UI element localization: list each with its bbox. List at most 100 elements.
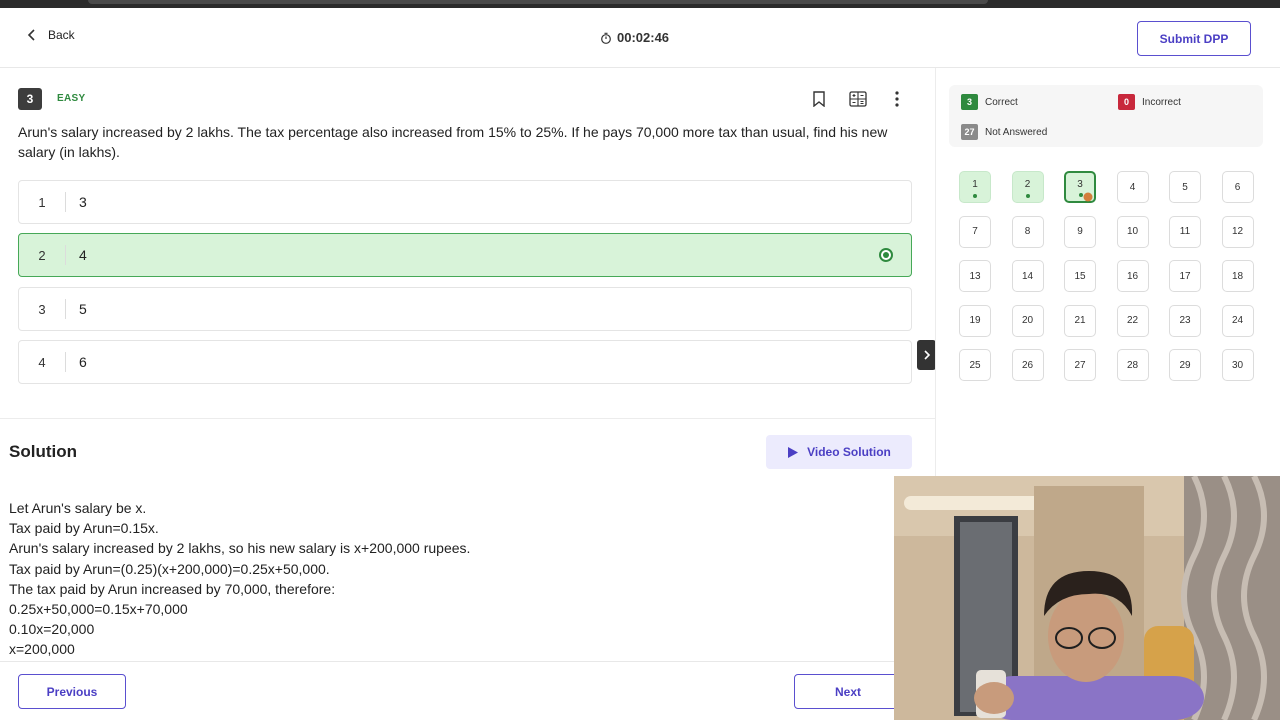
question-nav-22[interactable]: 22: [1116, 304, 1149, 337]
question-number-badge: 3: [18, 88, 42, 110]
question-nav-27[interactable]: 27: [1064, 349, 1096, 381]
solution-line: 0.25x+50,000=0.15x+70,000: [9, 601, 188, 618]
question-nav-number: 10: [1126, 226, 1139, 237]
question-nav-6[interactable]: 6: [1221, 171, 1254, 203]
question-nav-number: 12: [1231, 226, 1244, 237]
question-nav-24[interactable]: 24: [1221, 304, 1254, 337]
solution-line: 0.10x=20,000: [9, 621, 95, 638]
option-text: 4: [79, 247, 87, 263]
question-nav-23[interactable]: 23: [1169, 304, 1201, 337]
answered-dot-icon: [973, 194, 977, 198]
timer: 00:02:46: [600, 30, 669, 45]
legend-not-answered: 27 Not Answered: [961, 124, 1047, 140]
window-top-strip: [0, 0, 1280, 8]
back-button[interactable]: Back: [26, 28, 75, 42]
legend-incorrect: 0 Incorrect: [1118, 94, 1181, 110]
option-4[interactable]: 4 6: [18, 340, 912, 384]
question-nav-15[interactable]: 15: [1064, 260, 1096, 292]
back-label: Back: [48, 28, 75, 42]
question-nav-19[interactable]: 19: [959, 304, 991, 337]
submit-dpp-button[interactable]: Submit DPP: [1137, 21, 1251, 56]
question-nav-number: 3: [1077, 178, 1083, 190]
option-1[interactable]: 1 3: [18, 180, 912, 224]
next-button[interactable]: Next: [794, 674, 902, 709]
question-nav-14[interactable]: 14: [1011, 260, 1044, 292]
collapse-panel-button[interactable]: [917, 340, 936, 370]
question-palette-panel: 3 Correct 0 Incorrect 27 Not Answered 12…: [935, 68, 1280, 476]
question-nav-30[interactable]: 30: [1221, 349, 1254, 381]
question-number-grid: 1 2 3 4 5 6 7 8 9 10 11 12 13 14 15 16 17 18 19 20 21 22 23 24 2…: [959, 171, 1254, 381]
question-nav-12[interactable]: 12: [1221, 215, 1254, 248]
play-icon: [788, 446, 799, 458]
question-nav-11[interactable]: 11: [1169, 215, 1201, 248]
mouse-cursor-icon: [1083, 192, 1093, 202]
difficulty-label: EASY: [57, 93, 86, 104]
legend-correct: 3 Correct: [961, 94, 1018, 110]
solution-line: Arun's salary increased by 2 lakhs, so h…: [9, 540, 471, 557]
question-nav-number: 16: [1126, 270, 1139, 282]
option-text: 6: [79, 354, 87, 370]
not-answered-count-badge: 27: [961, 124, 978, 140]
previous-button[interactable]: Previous: [18, 674, 126, 709]
question-nav-number: 28: [1126, 359, 1139, 371]
question-nav-10[interactable]: 10: [1116, 215, 1149, 248]
chevron-right-icon: [923, 350, 930, 360]
incorrect-count-badge: 0: [1118, 94, 1135, 110]
question-nav-number: 6: [1234, 181, 1241, 193]
question-nav-28[interactable]: 28: [1116, 349, 1149, 381]
solution-line: Let Arun's salary be x.: [9, 500, 147, 516]
solution-body: Let Arun's salary be x. Tax paid by Arun…: [9, 498, 470, 660]
chevron-left-icon: [27, 29, 35, 41]
section-divider: [0, 418, 935, 419]
timer-value: 00:02:46: [617, 30, 670, 45]
question-nav-number: 15: [1074, 270, 1086, 282]
calculator-icon[interactable]: [848, 89, 868, 109]
solution-line: x=200,000: [9, 641, 75, 658]
question-nav-25[interactable]: 25: [959, 349, 991, 381]
option-2[interactable]: 2 4: [18, 233, 912, 277]
question-nav-18[interactable]: 18: [1221, 260, 1254, 292]
question-nav-17[interactable]: 17: [1169, 260, 1201, 292]
question-nav-number: 7: [972, 226, 978, 237]
question-nav-13[interactable]: 13: [959, 260, 991, 292]
incorrect-label: Incorrect: [1142, 96, 1181, 108]
question-nav-number: 8: [1024, 226, 1031, 237]
correct-count-badge: 3: [961, 94, 978, 110]
question-nav-number: 11: [1179, 226, 1191, 237]
question-nav-4[interactable]: 4: [1116, 171, 1149, 203]
question-nav-number: 4: [1129, 181, 1136, 193]
question-nav-number: 1: [972, 178, 978, 190]
question-nav-number: 30: [1231, 359, 1244, 371]
correct-label: Correct: [985, 96, 1018, 108]
answered-dot-icon: [1025, 194, 1030, 198]
question-nav-number: 29: [1179, 359, 1191, 371]
question-nav-7[interactable]: 7: [959, 215, 991, 248]
question-nav-2[interactable]: 2: [1011, 171, 1044, 203]
video-solution-label: Video Solution: [807, 445, 891, 459]
solution-line: The tax paid by Arun increased by 70,000…: [9, 580, 336, 597]
question-nav-26[interactable]: 26: [1011, 349, 1044, 381]
question-nav-20[interactable]: 20: [1011, 304, 1044, 337]
stopwatch-icon: [601, 32, 611, 44]
option-text: 3: [79, 194, 87, 210]
option-number: 4: [38, 354, 46, 370]
option-number: 2: [38, 247, 46, 263]
question-nav-number: 17: [1179, 270, 1191, 282]
header-bar: Back 00:02:46 Submit DPP: [0, 8, 1280, 68]
question-nav-29[interactable]: 29: [1169, 349, 1201, 381]
option-number: 1: [38, 194, 46, 210]
question-nav-1[interactable]: 1: [959, 171, 991, 203]
bookmark-icon[interactable]: [809, 89, 829, 109]
question-nav-number: 18: [1231, 270, 1244, 282]
status-legend: 3 Correct 0 Incorrect 27 Not Answered: [949, 85, 1263, 147]
option-3[interactable]: 3 5: [18, 287, 912, 331]
option-text: 5: [79, 301, 87, 317]
question-nav-9[interactable]: 9: [1064, 215, 1096, 248]
option-number: 3: [38, 301, 46, 317]
question-nav-8[interactable]: 8: [1011, 215, 1044, 248]
more-vertical-icon[interactable]: [887, 89, 907, 109]
video-solution-button[interactable]: Video Solution: [766, 435, 912, 469]
question-nav-21[interactable]: 21: [1064, 304, 1096, 337]
question-nav-5[interactable]: 5: [1169, 171, 1201, 203]
question-nav-16[interactable]: 16: [1116, 260, 1149, 292]
